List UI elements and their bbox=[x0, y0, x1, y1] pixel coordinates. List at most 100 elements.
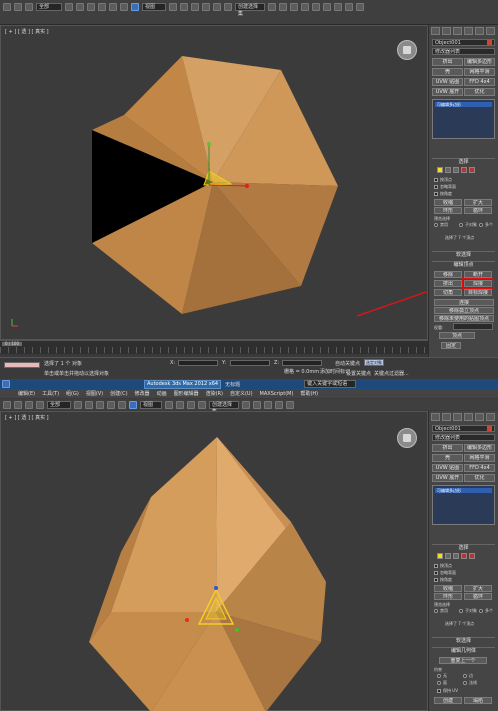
edit-poly-button[interactable]: 编辑多边形 bbox=[464, 58, 495, 66]
material-editor-icon[interactable] bbox=[323, 3, 331, 11]
unwrap-uvw-button[interactable]: UVW 展开 bbox=[432, 474, 463, 482]
subobject-radio[interactable] bbox=[459, 609, 463, 613]
extrude-button[interactable]: 挤出 bbox=[432, 58, 463, 66]
utilities-tab-icon[interactable] bbox=[486, 413, 495, 421]
move-icon[interactable] bbox=[107, 400, 115, 409]
edge-icon[interactable] bbox=[445, 167, 451, 173]
y-coordinate-field[interactable] bbox=[230, 360, 270, 366]
preserve-uv-checkbox[interactable] bbox=[437, 689, 441, 693]
ignore-backfacing-checkbox[interactable] bbox=[434, 185, 438, 189]
menu-help[interactable]: 帮助(H) bbox=[300, 390, 318, 397]
collapse-button[interactable]: 塌陷 bbox=[464, 697, 492, 704]
weight-spinner[interactable] bbox=[453, 323, 493, 330]
scale-icon[interactable] bbox=[129, 400, 137, 409]
render-frame-icon[interactable] bbox=[345, 3, 353, 11]
named-selection-dropdown[interactable]: 创建选择集 bbox=[235, 3, 265, 17]
percent-snap-icon[interactable] bbox=[198, 400, 206, 409]
stack-item[interactable]: 可编辑多边形 bbox=[435, 102, 492, 107]
set-key-label[interactable]: 设置关键点 bbox=[346, 370, 371, 377]
select-icon[interactable] bbox=[65, 3, 73, 11]
maxscript-listener[interactable] bbox=[4, 362, 40, 368]
spinner-snap-icon[interactable] bbox=[224, 3, 232, 11]
redo-icon[interactable] bbox=[14, 400, 22, 409]
modify-tab-icon[interactable] bbox=[442, 27, 451, 35]
scale-icon[interactable] bbox=[131, 3, 139, 11]
create-tab-icon[interactable] bbox=[431, 27, 440, 35]
mirror-icon[interactable] bbox=[242, 400, 250, 409]
object-color-swatch[interactable] bbox=[487, 40, 492, 45]
rotate-icon[interactable] bbox=[118, 400, 126, 409]
menu-tools[interactable]: 工具(T) bbox=[42, 390, 59, 397]
connect-button[interactable]: 连接 bbox=[434, 299, 494, 306]
render-icon[interactable] bbox=[286, 400, 294, 409]
shell-button[interactable]: 壳 bbox=[432, 454, 463, 462]
by-angle-checkbox[interactable] bbox=[434, 578, 438, 582]
selection-rollout-title[interactable]: 选择 bbox=[432, 544, 495, 551]
percent-snap-icon[interactable] bbox=[213, 3, 221, 11]
stack-item[interactable]: 可编辑多边形 bbox=[435, 488, 492, 493]
vertex-icon[interactable] bbox=[437, 553, 443, 559]
rect-select-icon[interactable] bbox=[96, 400, 104, 409]
create-button[interactable]: 创建 bbox=[434, 697, 462, 704]
target-weld-button[interactable]: 目标焊接 bbox=[464, 289, 492, 296]
manipulate-icon[interactable] bbox=[180, 3, 188, 11]
bind-icon[interactable] bbox=[25, 3, 33, 11]
ignore-backfacing-checkbox[interactable] bbox=[434, 571, 438, 575]
border-icon[interactable] bbox=[453, 553, 459, 559]
display-tab-icon[interactable] bbox=[475, 413, 484, 421]
render-setup-icon[interactable] bbox=[334, 3, 342, 11]
menu-graph-editors[interactable]: 图形编辑器 bbox=[174, 390, 199, 397]
rotate-icon[interactable] bbox=[120, 3, 128, 11]
pivot-icon[interactable] bbox=[169, 3, 177, 11]
multi-radio[interactable] bbox=[479, 609, 483, 613]
edit-poly-button[interactable]: 编辑多边形 bbox=[464, 444, 495, 452]
break-button[interactable]: 断开 bbox=[464, 271, 492, 278]
disable-radio[interactable] bbox=[434, 609, 438, 613]
multi-radio[interactable] bbox=[479, 223, 483, 227]
render-icon[interactable] bbox=[356, 3, 364, 11]
pin-button[interactable]: 固定 bbox=[441, 342, 461, 349]
motion-tab-icon[interactable] bbox=[464, 27, 473, 35]
time-slider[interactable]: 0 / 100 bbox=[2, 342, 22, 346]
unlink-icon[interactable] bbox=[14, 3, 22, 11]
meshsmooth-button[interactable]: 网格平滑 bbox=[464, 454, 495, 462]
shrink-button[interactable]: 收缩 bbox=[434, 585, 462, 592]
motion-tab-icon[interactable] bbox=[464, 413, 473, 421]
selection-filter-dropdown[interactable]: 全部 bbox=[47, 400, 71, 409]
utilities-tab-icon[interactable] bbox=[486, 27, 495, 35]
menu-create[interactable]: 创建(C) bbox=[110, 390, 127, 397]
menu-animation[interactable]: 动画 bbox=[157, 390, 167, 397]
unlink-icon[interactable] bbox=[36, 400, 44, 409]
unwrap-uvw-button[interactable]: UVW 展开 bbox=[432, 88, 463, 96]
menu-edit[interactable]: 编辑(E) bbox=[18, 390, 35, 397]
remove-isolated-button[interactable]: 移除孤立顶点 bbox=[434, 307, 494, 314]
app-logo-icon[interactable] bbox=[2, 380, 10, 388]
soft-selection-rollout-title[interactable]: 软选择 bbox=[432, 637, 495, 644]
by-angle-checkbox[interactable] bbox=[434, 192, 438, 196]
loop-button[interactable]: 循环 bbox=[464, 207, 492, 214]
uvw-map-button[interactable]: UVW 贴图 bbox=[432, 78, 463, 86]
menu-customize[interactable]: 自定义(U) bbox=[230, 390, 253, 397]
angle-snap-icon[interactable] bbox=[202, 3, 210, 11]
modify-tab-icon[interactable] bbox=[442, 413, 451, 421]
x-coordinate-field[interactable] bbox=[178, 360, 218, 366]
undo-icon[interactable] bbox=[3, 400, 11, 409]
schematic-icon[interactable] bbox=[312, 3, 320, 11]
perspective-viewport-bottom[interactable]: [ + ] [ 透 ] [ 真实 ] bbox=[0, 411, 428, 711]
optimize-button[interactable]: 优化 bbox=[464, 474, 495, 482]
mirror-icon[interactable] bbox=[268, 3, 276, 11]
by-vertex-checkbox[interactable] bbox=[434, 178, 438, 182]
object-name-field[interactable]: Object001 bbox=[432, 39, 495, 46]
hierarchy-tab-icon[interactable] bbox=[453, 413, 462, 421]
menu-modifiers[interactable]: 修改器 bbox=[135, 390, 150, 397]
timeline[interactable]: 0 / 100 bbox=[0, 340, 428, 354]
optimize-button[interactable]: 优化 bbox=[464, 88, 495, 96]
menu-maxscript[interactable]: MAXScript(M) bbox=[260, 391, 294, 397]
polygon-icon[interactable] bbox=[461, 553, 467, 559]
snap-icon[interactable] bbox=[176, 400, 184, 409]
vertex-popup-button[interactable]: 顶点 bbox=[439, 332, 475, 339]
material-editor-icon[interactable] bbox=[264, 400, 272, 409]
menu-rendering[interactable]: 渲染(R) bbox=[206, 390, 223, 397]
disable-radio[interactable] bbox=[434, 223, 438, 227]
soft-selection-rollout-title[interactable]: 软选择 bbox=[432, 251, 495, 258]
